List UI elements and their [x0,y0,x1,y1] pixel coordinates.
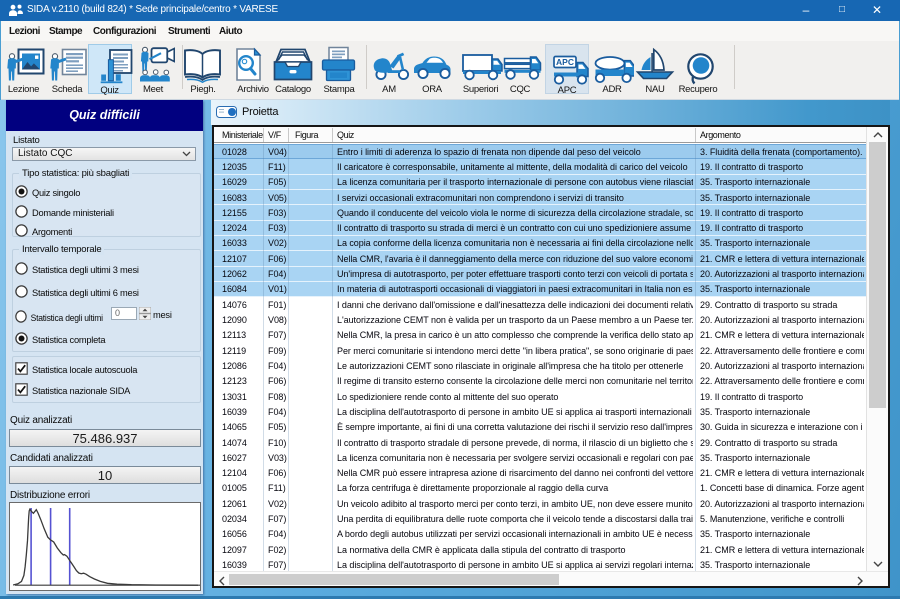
svg-text:APC: APC [556,57,574,67]
